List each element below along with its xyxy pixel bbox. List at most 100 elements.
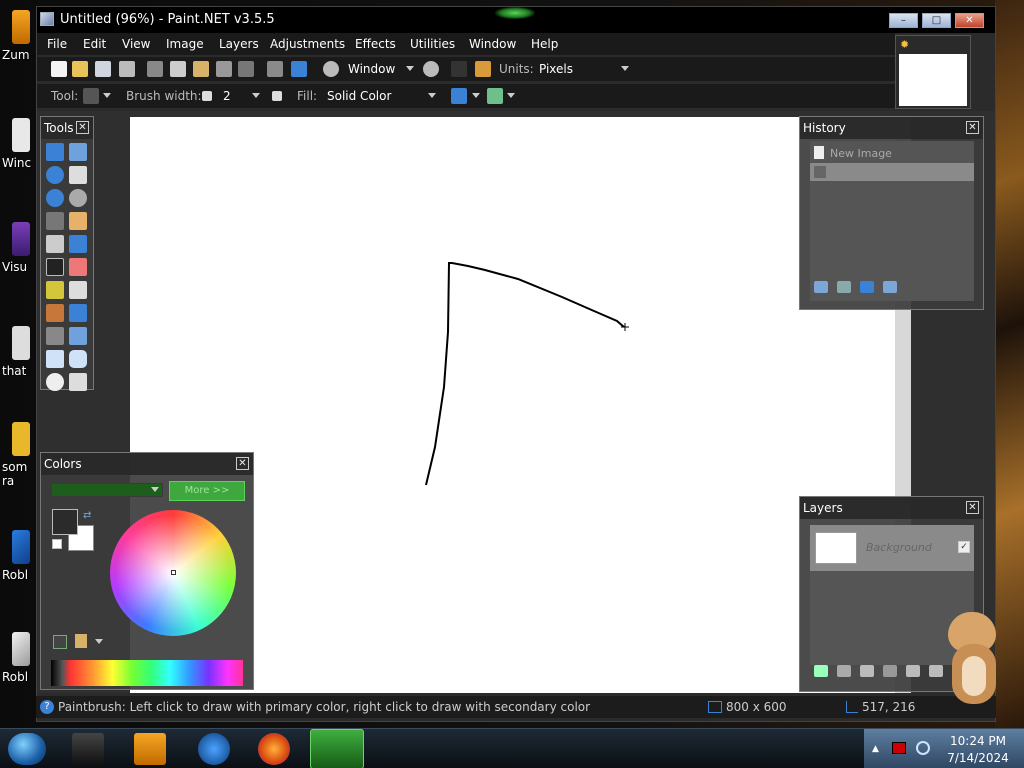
desktop-icon-winc[interactable]: Winc	[0, 118, 38, 170]
cut-icon[interactable]	[147, 61, 163, 77]
chevron-down-icon[interactable]	[428, 93, 436, 98]
paintbrush-icon[interactable]	[83, 88, 99, 104]
zoom-icon[interactable]	[69, 189, 87, 207]
title-bar[interactable]: Untitled (96%) - Paint.NET v3.5.5 – □ ✕	[37, 7, 995, 33]
menu-help[interactable]: Help	[531, 37, 558, 51]
clock-time[interactable]: 10:24 PM	[944, 734, 1012, 748]
chevron-down-icon[interactable]	[406, 66, 414, 71]
add-to-palette-icon[interactable]	[53, 635, 67, 649]
chevron-down-icon[interactable]	[151, 487, 159, 492]
decrease-icon[interactable]	[202, 91, 212, 101]
chevron-down-icon[interactable]	[621, 66, 629, 71]
close-icon[interactable]: ✕	[236, 457, 249, 470]
ruler-icon[interactable]	[475, 61, 491, 77]
open-folder-icon[interactable]	[72, 61, 88, 77]
chevron-down-icon[interactable]	[95, 639, 103, 644]
menu-layers[interactable]: Layers	[219, 37, 259, 51]
layer-row-background[interactable]: Background ✓	[810, 525, 974, 571]
new-file-icon[interactable]	[51, 61, 67, 77]
taskbar-app-firefox[interactable]	[258, 733, 290, 765]
menu-utilities[interactable]: Utilities	[410, 37, 455, 51]
menu-window[interactable]: Window	[469, 37, 516, 51]
close-button[interactable]: ✕	[955, 13, 984, 28]
clone-stamp-icon[interactable]	[69, 281, 87, 299]
eraser-icon[interactable]	[69, 258, 87, 276]
menu-image[interactable]: Image	[166, 37, 204, 51]
start-button[interactable]	[8, 733, 46, 765]
color-picker-icon[interactable]	[69, 304, 87, 322]
print-icon[interactable]	[119, 61, 135, 77]
color-palette[interactable]	[51, 660, 243, 686]
crop-icon[interactable]	[216, 61, 232, 77]
zoom-in-icon[interactable]	[423, 61, 439, 77]
move-selection-icon[interactable]	[69, 143, 87, 161]
clock-date[interactable]: 7/14/2024	[944, 751, 1012, 765]
minimize-button[interactable]: –	[889, 13, 918, 28]
chevron-down-icon[interactable]	[252, 93, 260, 98]
units-dropdown[interactable]: Pixels	[539, 62, 573, 76]
ellipse-select-icon[interactable]	[46, 189, 64, 207]
delete-layer-icon[interactable]	[837, 665, 851, 677]
paste-icon[interactable]	[193, 61, 209, 77]
image-thumbnail-strip[interactable]: ✹	[895, 35, 971, 109]
colors-panel-header[interactable]: Colors ✕	[41, 453, 253, 475]
increase-icon[interactable]	[272, 91, 282, 101]
move-layer-up-icon[interactable]	[906, 665, 920, 677]
maximize-button[interactable]: □	[922, 13, 951, 28]
color-mode-dropdown[interactable]	[51, 483, 163, 497]
blend-mode-icon[interactable]	[487, 88, 503, 104]
history-item-new-image[interactable]: New Image	[810, 143, 974, 163]
history-panel-header[interactable]: History ✕	[800, 117, 983, 139]
layer-visibility-checkbox[interactable]: ✓	[958, 541, 970, 553]
layers-panel-header[interactable]: Layers ✕	[800, 497, 983, 519]
swap-colors-icon[interactable]: ⇄	[83, 510, 91, 521]
menu-edit[interactable]: Edit	[83, 37, 106, 51]
lasso-select-icon[interactable]	[46, 166, 64, 184]
zoom-dropdown[interactable]: Window	[348, 62, 395, 76]
desktop-icon-that[interactable]: that	[0, 326, 38, 378]
primary-color-swatch[interactable]	[52, 509, 78, 535]
rectangle-icon[interactable]	[46, 350, 64, 368]
magic-wand-icon[interactable]	[46, 212, 64, 230]
pencil-icon[interactable]	[46, 281, 64, 299]
close-icon[interactable]: ✕	[966, 501, 979, 514]
menu-view[interactable]: View	[122, 37, 150, 51]
brush-width-input[interactable]: 2	[223, 89, 231, 103]
desktop-icon-som[interactable]: som ra	[0, 422, 38, 488]
chevron-down-icon[interactable]	[472, 93, 480, 98]
desktop-icon-zum[interactable]: Zum	[0, 10, 38, 62]
line-curve-icon[interactable]	[69, 327, 87, 345]
network-icon[interactable]	[916, 741, 930, 755]
tray-app-icon[interactable]	[892, 742, 906, 754]
text-icon[interactable]	[46, 327, 64, 345]
desktop-icon-visu[interactable]: Visu	[0, 222, 38, 274]
menu-effects[interactable]: Effects	[355, 37, 396, 51]
paintbrush-tool-icon[interactable]	[46, 258, 64, 276]
antialiasing-icon[interactable]	[451, 88, 467, 104]
save-icon[interactable]	[95, 61, 111, 77]
add-layer-icon[interactable]	[814, 665, 828, 677]
copy-icon[interactable]	[170, 61, 186, 77]
taskbar-app-paintnet[interactable]	[310, 729, 364, 768]
taskbar-app-terminal[interactable]	[72, 733, 104, 765]
taskbar-app-media[interactable]	[134, 733, 166, 765]
merge-layer-icon[interactable]	[883, 665, 897, 677]
history-item-paintbrush[interactable]	[810, 163, 974, 181]
rounded-rectangle-icon[interactable]	[69, 350, 87, 368]
hamster-desktop-pet[interactable]	[940, 604, 1006, 708]
paint-bucket-icon[interactable]	[46, 235, 64, 253]
tools-panel-header[interactable]: Tools ✕	[41, 117, 93, 139]
undo-icon[interactable]	[837, 281, 851, 293]
close-icon[interactable]: ✕	[966, 121, 979, 134]
more-colors-button[interactable]: More >>	[169, 481, 245, 501]
zoom-out-icon[interactable]	[323, 61, 339, 77]
menu-adjustments[interactable]: Adjustments	[270, 37, 345, 51]
ellipse-icon[interactable]	[46, 373, 64, 391]
gradient-icon[interactable]	[69, 235, 87, 253]
undo-icon[interactable]	[267, 61, 283, 77]
freeform-shape-icon[interactable]	[69, 373, 87, 391]
desktop-icon-robl-1[interactable]: Robl	[0, 530, 38, 582]
menu-file[interactable]: File	[47, 37, 67, 51]
recolor-icon[interactable]	[46, 304, 64, 322]
chevron-down-icon[interactable]	[507, 93, 515, 98]
